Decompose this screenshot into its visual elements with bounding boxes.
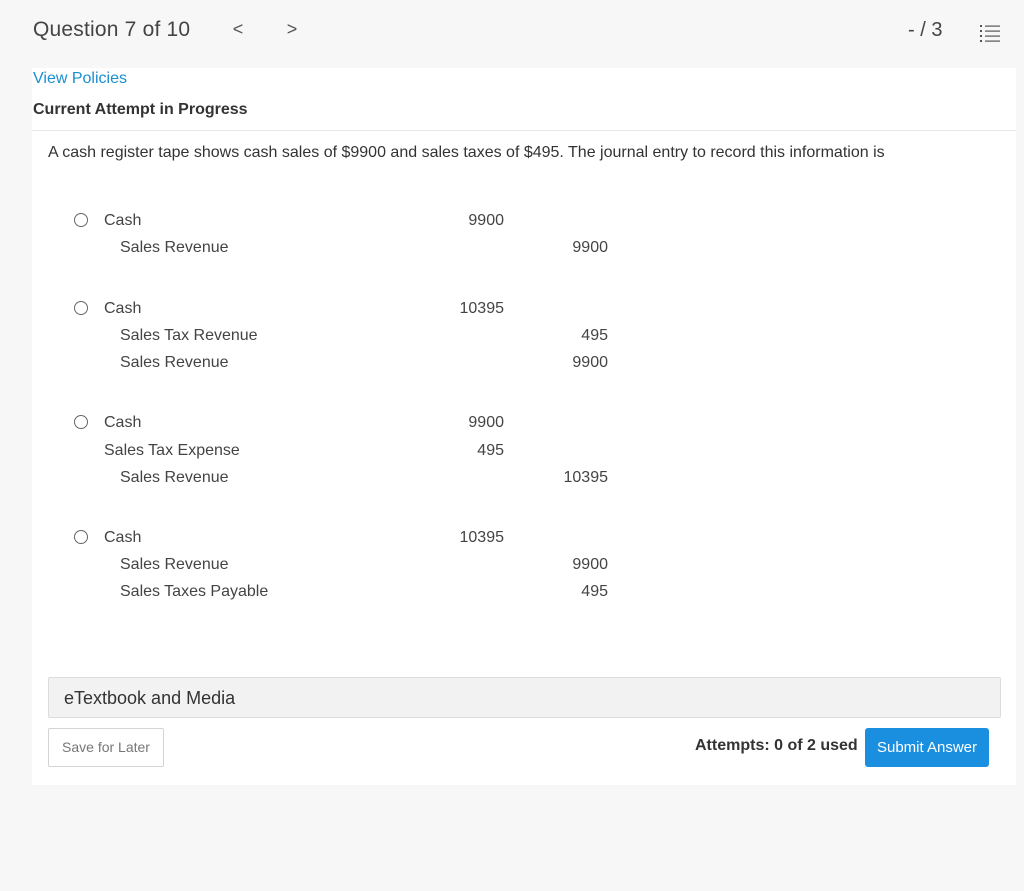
journal-line: Sales Taxes Payable 495 xyxy=(32,583,732,603)
credit-amount: 9900 xyxy=(572,239,608,256)
question-counter: Question 7 of 10 xyxy=(33,18,191,41)
account-name: Sales Tax Revenue xyxy=(120,327,258,344)
journal-line: Sales Tax Revenue 495 xyxy=(32,327,732,347)
account-name: Sales Revenue xyxy=(120,354,229,371)
debit-amount: 495 xyxy=(477,442,504,459)
account-name: Sales Revenue xyxy=(120,239,229,256)
credit-amount: 495 xyxy=(581,583,608,600)
question-panel: View Policies Current Attempt in Progres… xyxy=(32,68,1016,785)
account-name: Sales Tax Expense xyxy=(104,442,240,459)
attempt-heading: Current Attempt in Progress xyxy=(33,101,248,118)
account-name: Sales Revenue xyxy=(120,556,229,573)
account-name: Cash xyxy=(104,529,142,546)
attempts-counter: Attempts: 0 of 2 used xyxy=(695,737,858,754)
debit-amount: 10395 xyxy=(459,529,505,546)
divider xyxy=(32,130,1016,131)
account-name: Sales Revenue xyxy=(120,469,229,486)
journal-line: Sales Tax Expense 495 xyxy=(32,442,732,462)
credit-amount: 9900 xyxy=(572,354,608,371)
journal-line: Sales Revenue 9900 xyxy=(32,354,732,374)
question-text: A cash register tape shows cash sales of… xyxy=(48,144,885,161)
account-name: Sales Taxes Payable xyxy=(120,583,269,600)
view-policies-link[interactable]: View Policies xyxy=(33,70,127,88)
credit-amount: 495 xyxy=(581,327,608,344)
journal-line: Sales Revenue 9900 xyxy=(32,239,732,259)
account-name: Cash xyxy=(104,212,142,229)
debit-amount: 9900 xyxy=(468,414,504,431)
top-bar: Question 7 of 10 < > - / 3 xyxy=(0,0,1024,64)
journal-line: Sales Revenue 10395 xyxy=(32,469,732,489)
journal-line: Cash 9900 xyxy=(32,414,732,434)
account-name: Cash xyxy=(104,414,142,431)
credit-amount: 9900 xyxy=(572,556,608,573)
journal-line: Cash 10395 xyxy=(32,300,732,320)
journal-line: Cash 10395 xyxy=(32,529,732,549)
score-display: - / 3 xyxy=(908,19,943,41)
submit-answer-button[interactable]: Submit Answer xyxy=(865,728,989,767)
next-question-button[interactable]: > xyxy=(282,19,302,45)
media-label: eTextbook and Media xyxy=(64,688,236,708)
account-name: Cash xyxy=(104,300,142,317)
save-for-later-button[interactable]: Save for Later xyxy=(48,728,164,767)
debit-amount: 10395 xyxy=(459,300,505,317)
etextbook-media-button[interactable]: eTextbook and Media xyxy=(48,677,1001,718)
journal-line: Cash 9900 xyxy=(32,212,732,232)
debit-amount: 9900 xyxy=(468,212,504,229)
previous-question-button[interactable]: < xyxy=(228,19,248,45)
credit-amount: 10395 xyxy=(563,469,609,486)
list-icon[interactable] xyxy=(979,22,1001,44)
journal-line: Sales Revenue 9900 xyxy=(32,556,732,576)
